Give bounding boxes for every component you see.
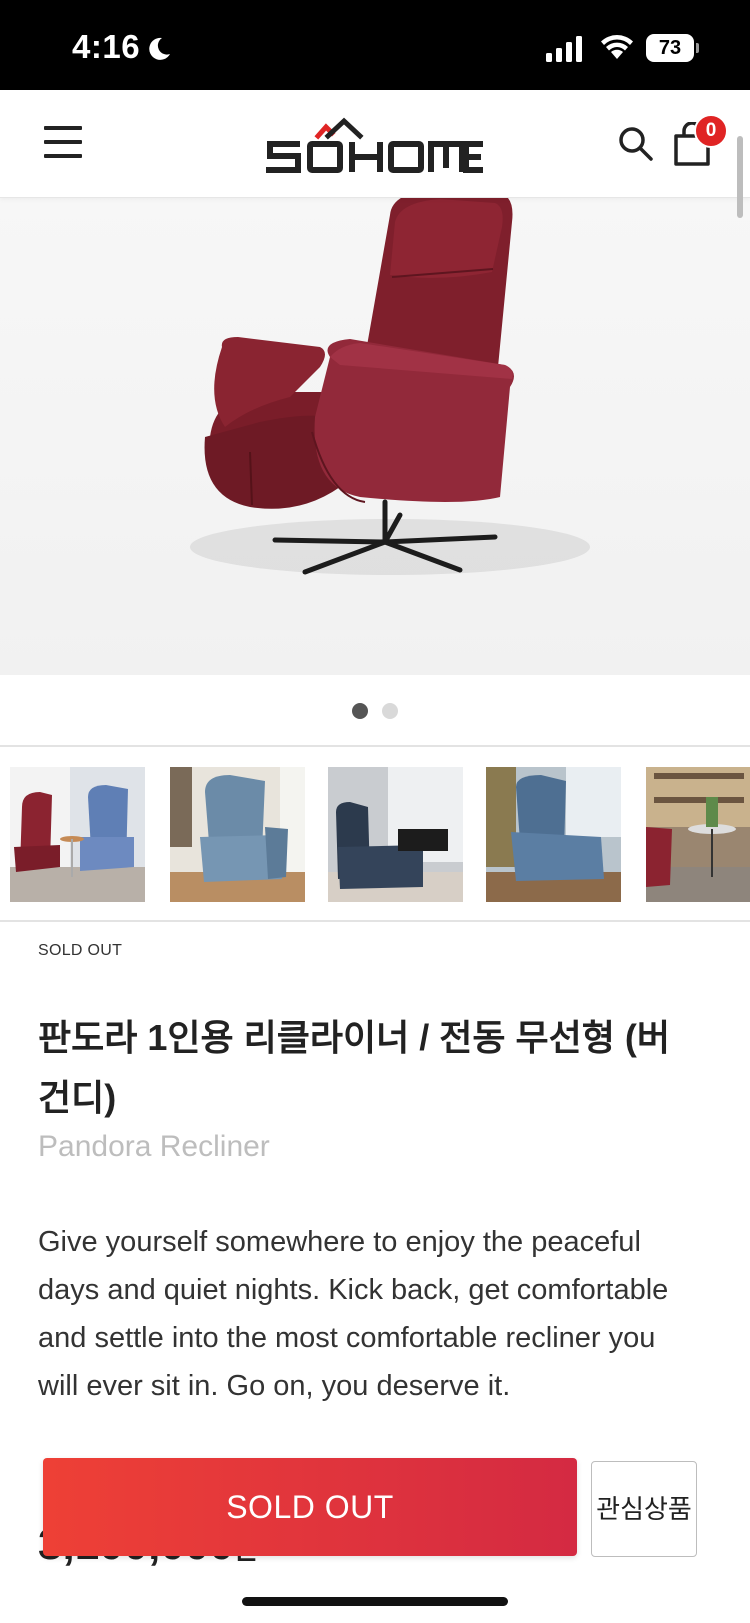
- status-bar: 4:16 73: [0, 0, 750, 90]
- wifi-icon: [601, 35, 633, 59]
- carousel-dot-1[interactable]: [351, 703, 368, 719]
- search-icon[interactable]: [618, 126, 654, 162]
- scrollbar[interactable]: [737, 136, 743, 218]
- recliner-chair-image: [190, 197, 590, 575]
- home-indicator[interactable]: [242, 1597, 508, 1606]
- carousel-dot-2[interactable]: [382, 703, 399, 719]
- sohome-logo[interactable]: [266, 110, 486, 180]
- cart-count-badge: 0: [694, 114, 728, 148]
- review-photo-thumbnail[interactable]: [10, 767, 145, 902]
- carousel-indicator: [0, 703, 750, 723]
- signal-icon: [546, 36, 582, 62]
- sold-out-label: SOLD OUT: [38, 942, 123, 959]
- sold-out-button[interactable]: SOLD OUT: [43, 1458, 577, 1556]
- product-subtitle: Pandora Recliner: [38, 1130, 270, 1163]
- review-photo-thumbnail[interactable]: [170, 767, 305, 902]
- review-photo-strip[interactable]: [10, 767, 750, 902]
- wishlist-button[interactable]: 관심상품: [591, 1461, 697, 1557]
- moon-icon: [149, 37, 170, 60]
- battery-icon: 73: [646, 34, 699, 62]
- product-description: Give yourself somewhere to enjoy the pea…: [38, 1226, 669, 1402]
- menu-icon[interactable]: [44, 126, 84, 160]
- review-photo-thumbnail[interactable]: [328, 767, 463, 902]
- product-title: 판도라 1인용 리클라이너 / 전동 무선형 (버건디): [38, 1017, 670, 1118]
- divider: [0, 920, 750, 922]
- site-header: 0: [0, 90, 750, 198]
- review-photo-thumbnail[interactable]: [646, 767, 750, 902]
- divider: [0, 745, 750, 747]
- review-photo-thumbnail[interactable]: [486, 767, 621, 902]
- battery-level: 73: [646, 34, 694, 62]
- status-time: 4:16: [72, 28, 141, 65]
- product-main-image[interactable]: [0, 197, 750, 675]
